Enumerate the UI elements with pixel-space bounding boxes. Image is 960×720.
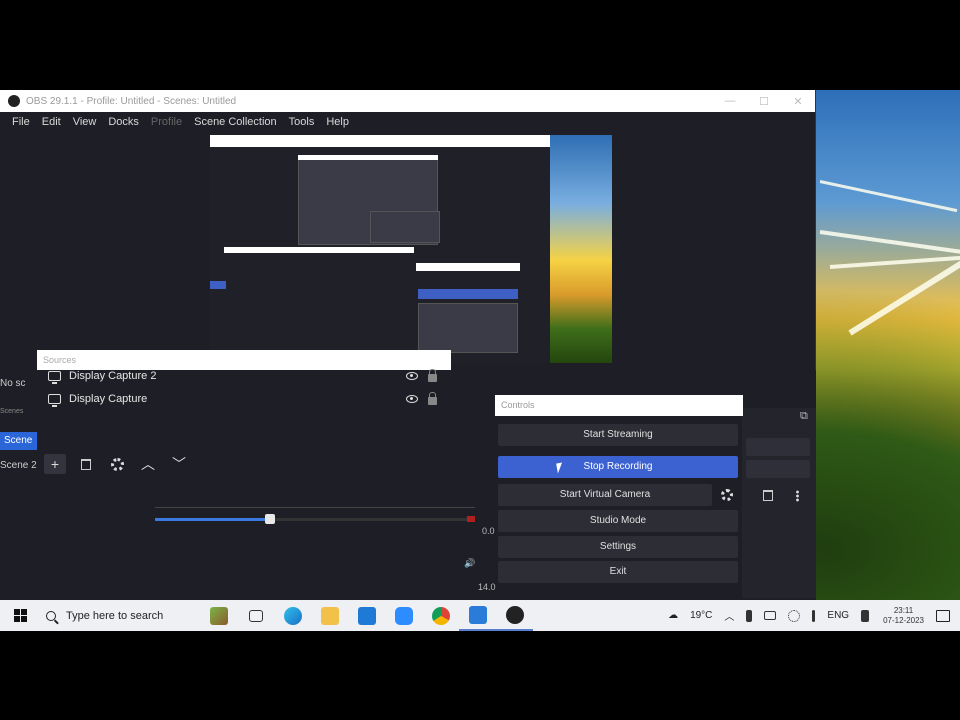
- move-up-button[interactable]: ︿: [137, 454, 159, 474]
- gear-icon: [110, 457, 124, 471]
- obs-logo-icon: [8, 95, 20, 107]
- menu-edit[interactable]: Edit: [42, 116, 61, 128]
- notification-center-icon[interactable]: [936, 609, 950, 622]
- microsoft-store-icon[interactable]: [348, 600, 385, 631]
- obs-taskbar-icon[interactable]: [496, 600, 533, 631]
- preview-inner-screen: [210, 135, 550, 363]
- clock-time: 23:11: [893, 605, 914, 615]
- exit-button[interactable]: Exit: [498, 561, 738, 583]
- stop-recording-button[interactable]: Stop Recording: [498, 456, 738, 478]
- sources-toolbar: + ︿ ﹀: [44, 454, 199, 474]
- file-explorer-icon[interactable]: [311, 600, 348, 631]
- menu-bar: File Edit View Docks Profile Scene Colle…: [0, 112, 815, 132]
- monitor-icon: [48, 394, 61, 407]
- weather-temperature[interactable]: 19°C: [690, 610, 712, 621]
- studio-mode-button[interactable]: Studio Mode: [498, 510, 738, 532]
- source-properties-button[interactable]: [106, 454, 128, 474]
- scenes-dock: No sc Scenes Scene Scene 2: [0, 370, 37, 600]
- volume-slider-handle[interactable]: [265, 514, 275, 524]
- start-streaming-button[interactable]: Start Streaming: [498, 424, 738, 446]
- trash-icon: [81, 458, 91, 470]
- speaker-icon[interactable]: 🔊: [464, 558, 475, 569]
- transition-select[interactable]: [746, 438, 810, 456]
- speaker-tray-icon[interactable]: [861, 609, 870, 622]
- duration-field[interactable]: [746, 460, 810, 478]
- start-virtual-camera-button[interactable]: Start Virtual Camera: [498, 484, 712, 506]
- add-source-button[interactable]: +: [44, 454, 66, 474]
- clock-date: 07-12-2023: [883, 615, 924, 625]
- obs-window: OBS 29.1.1 - Profile: Untitled - Scenes:…: [0, 90, 816, 600]
- scene-item-active[interactable]: Scene: [0, 432, 37, 450]
- peak-indicator: [467, 516, 475, 522]
- clock[interactable]: 23:11 07-12-2023: [883, 606, 924, 626]
- more-options-icon[interactable]: [796, 490, 799, 502]
- window-controls: — ☐ ✕: [713, 95, 815, 108]
- system-tray: ☁ 19°C ︿ ENG 23:11 07-12-2023: [662, 600, 960, 631]
- task-view-icon[interactable]: [237, 600, 274, 631]
- volume-fill: [155, 518, 267, 521]
- trash-icon[interactable]: [763, 490, 773, 501]
- visibility-eye-icon[interactable]: [406, 395, 418, 403]
- dock-float-icon[interactable]: ⧉: [800, 410, 808, 423]
- zoom-icon[interactable]: [385, 600, 422, 631]
- menu-view[interactable]: View: [73, 116, 97, 128]
- audio-mixer: [155, 500, 475, 540]
- preview-wallpaper: [550, 135, 612, 363]
- windows-logo-icon: [13, 609, 27, 622]
- wifi-icon[interactable]: [788, 609, 801, 622]
- edge-browser-icon[interactable]: [274, 600, 311, 631]
- start-button[interactable]: [0, 600, 40, 631]
- no-source-text: No sc: [0, 378, 26, 389]
- pen-icon[interactable]: [812, 609, 816, 622]
- close-button[interactable]: ✕: [781, 95, 815, 108]
- preview-canvas[interactable]: [210, 135, 612, 363]
- source-item[interactable]: Display Capture: [44, 388, 444, 410]
- settings-button[interactable]: Settings: [498, 536, 738, 558]
- lock-icon[interactable]: [428, 369, 437, 382]
- taskbar: Type here to search ☁ 19°C ︿ ENG 23:11 0…: [0, 600, 960, 631]
- controls-dock-title: Controls: [495, 395, 743, 416]
- source-item[interactable]: Display Capture 2: [44, 365, 444, 387]
- virtual-camera-settings-icon[interactable]: [721, 489, 733, 501]
- db-readout-bottom: 14.0: [478, 582, 496, 592]
- menu-docks[interactable]: Docks: [108, 116, 139, 128]
- monitor-icon: [48, 371, 61, 384]
- battery-icon[interactable]: [764, 611, 777, 620]
- microphone-icon[interactable]: [746, 609, 753, 622]
- mixer-ticks: [155, 500, 475, 508]
- window-title: OBS 29.1.1 - Profile: Untitled - Scenes:…: [26, 95, 237, 107]
- lock-icon[interactable]: [428, 392, 437, 405]
- weather-cloud-icon[interactable]: ☁: [668, 610, 678, 621]
- search-placeholder: Type here to search: [66, 609, 164, 622]
- source-label: Display Capture 2: [69, 370, 157, 382]
- language-indicator[interactable]: ENG: [827, 610, 849, 621]
- vscode-icon[interactable]: [459, 600, 496, 631]
- visibility-eye-icon[interactable]: [406, 372, 418, 380]
- minimize-button[interactable]: —: [713, 95, 747, 108]
- tray-expand-icon[interactable]: ︿: [724, 608, 734, 623]
- menu-tools[interactable]: Tools: [289, 116, 315, 128]
- move-down-button[interactable]: ﹀: [168, 454, 190, 474]
- scenes-tab[interactable]: Scenes: [0, 408, 23, 415]
- menu-file[interactable]: File: [12, 116, 30, 128]
- taskbar-search[interactable]: Type here to search: [40, 600, 200, 631]
- source-label: Display Capture: [69, 393, 148, 405]
- maximize-button[interactable]: ☐: [747, 95, 781, 108]
- taskbar-widget-minecraft[interactable]: [200, 600, 237, 631]
- menu-scene-collection[interactable]: Scene Collection: [194, 116, 277, 128]
- db-readout-top: 0.0: [482, 526, 495, 536]
- chrome-icon[interactable]: [422, 600, 459, 631]
- remove-source-button[interactable]: [75, 454, 97, 474]
- search-icon: [46, 610, 56, 621]
- menu-help[interactable]: Help: [326, 116, 349, 128]
- title-bar: OBS 29.1.1 - Profile: Untitled - Scenes:…: [0, 90, 815, 112]
- menu-profile[interactable]: Profile: [151, 116, 182, 128]
- scene-item-2[interactable]: Scene 2: [0, 460, 37, 471]
- transitions-dock: [742, 408, 816, 598]
